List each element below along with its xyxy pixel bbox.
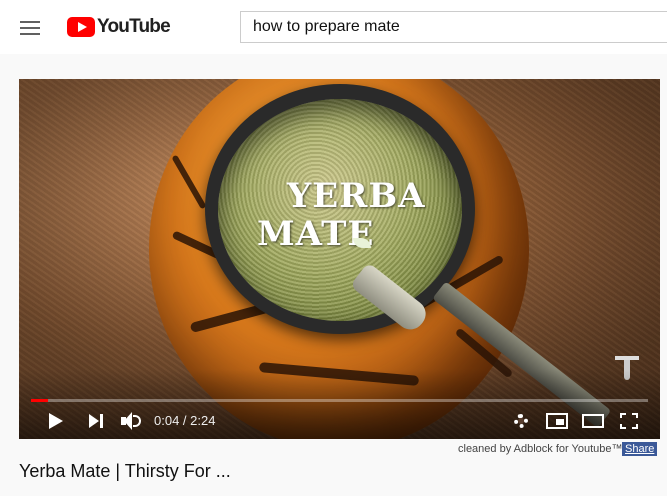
settings-gear-icon[interactable]	[512, 412, 530, 430]
video-title[interactable]: Yerba Mate | Thirsty For ...	[19, 461, 231, 482]
volume-icon[interactable]	[121, 412, 143, 430]
youtube-play-icon	[67, 17, 95, 37]
time-display: 0:04 / 2:24	[154, 413, 216, 428]
progress-bar[interactable]	[31, 399, 648, 402]
overlay-title-line2: MATE	[257, 214, 375, 254]
adblock-note: cleaned by Adblock for Youtube™	[458, 443, 623, 455]
video-title-overlay: YERBA MATE	[257, 176, 457, 266]
play-icon[interactable]	[49, 413, 63, 429]
progress-played	[31, 399, 49, 402]
logo-text: YouTube	[97, 16, 171, 37]
search-input[interactable]	[240, 11, 667, 43]
theater-mode-icon[interactable]	[582, 414, 604, 428]
fullscreen-icon[interactable]	[620, 413, 638, 429]
hamburger-menu-icon[interactable]	[20, 18, 42, 36]
youtube-logo[interactable]: YouTube	[67, 16, 171, 38]
overlay-title-line1: YERBA	[287, 176, 426, 216]
video-player[interactable]: YERBA MATE 0:04 / 2:24	[19, 79, 660, 439]
miniplayer-icon[interactable]	[546, 413, 568, 429]
top-bar: YouTube	[0, 0, 667, 54]
share-button[interactable]: Share	[622, 442, 658, 456]
next-icon[interactable]	[89, 414, 105, 428]
